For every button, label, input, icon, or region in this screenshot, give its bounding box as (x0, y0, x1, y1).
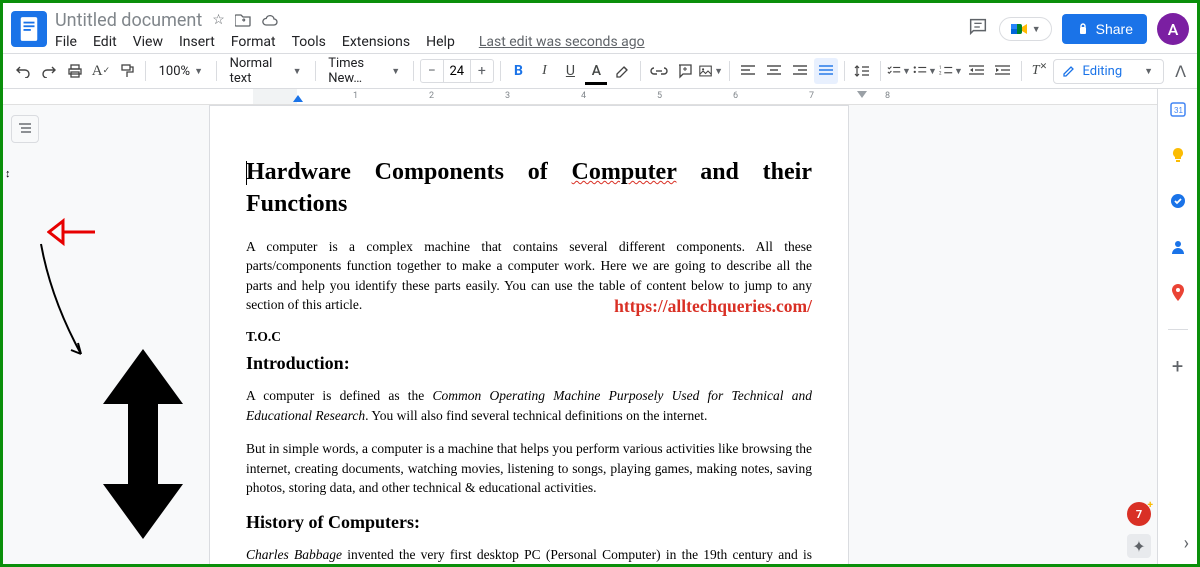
collapse-toolbar-button[interactable]: ᐱ (1172, 62, 1189, 81)
underline-button[interactable]: U (558, 58, 582, 84)
bullet-list-button[interactable]: ▼ (913, 58, 937, 84)
line-spacing-button[interactable] (850, 58, 874, 84)
menu-bar: File Edit View Insert Format Tools Exten… (55, 33, 959, 51)
move-icon[interactable] (235, 13, 251, 27)
menu-extensions[interactable]: Extensions (342, 34, 410, 50)
clear-formatting-button[interactable]: T✕ (1027, 58, 1051, 84)
insert-image-button[interactable]: ▼ (699, 58, 723, 84)
font-size-increase[interactable]: + (471, 63, 493, 79)
doc-heading-1[interactable]: Hardware Components of Computer and thei… (246, 156, 812, 221)
align-center-button[interactable] (762, 58, 786, 84)
side-panel: 31 + › (1157, 89, 1197, 564)
redo-button[interactable] (37, 58, 61, 84)
docs-app-icon[interactable] (11, 11, 47, 47)
italic-button[interactable]: I (532, 58, 556, 84)
notification-badge[interactable]: 7 (1127, 502, 1151, 526)
watermark-url: https://alltechqueries.com/ (614, 296, 812, 317)
menu-tools[interactable]: Tools (292, 34, 326, 50)
doc-paragraph[interactable]: A computer is defined as the Common Oper… (246, 386, 812, 425)
font-size-decrease[interactable]: − (421, 63, 443, 79)
align-left-button[interactable] (736, 58, 760, 84)
chevron-down-icon: ▼ (1032, 24, 1041, 35)
editing-mode-select[interactable]: Editing▼ (1053, 59, 1164, 84)
account-avatar[interactable]: A (1157, 13, 1189, 45)
vertical-ruler[interactable]: ↕ (3, 105, 17, 564)
font-select[interactable]: Times New…▼ (321, 52, 407, 90)
last-edit-link[interactable]: Last edit was seconds ago (479, 34, 645, 50)
menu-edit[interactable]: Edit (93, 34, 117, 50)
paint-format-button[interactable] (115, 58, 139, 84)
meet-button[interactable]: ▼ (999, 17, 1052, 41)
font-size-input[interactable]: 24 (443, 60, 471, 82)
svg-text:2: 2 (939, 72, 942, 77)
menu-insert[interactable]: Insert (179, 34, 215, 50)
doc-paragraph[interactable]: But in simple words, a computer is a mac… (246, 439, 812, 498)
checklist-button[interactable]: ▼ (887, 58, 911, 84)
undo-button[interactable] (11, 58, 35, 84)
star-icon[interactable]: ☆ (212, 12, 225, 28)
doc-heading-history[interactable]: History of Computers: (246, 512, 812, 533)
document-title[interactable]: Untitled document (55, 10, 202, 31)
tasks-icon[interactable] (1168, 191, 1188, 211)
keep-icon[interactable] (1168, 145, 1188, 165)
doc-toc-label[interactable]: T.O.C (246, 329, 812, 345)
share-button[interactable]: Share (1062, 14, 1147, 44)
maps-icon[interactable] (1168, 283, 1188, 303)
add-addon-icon[interactable]: + (1168, 356, 1188, 376)
insert-link-button[interactable] (647, 58, 671, 84)
numbered-list-button[interactable]: 12▼ (939, 58, 963, 84)
print-button[interactable] (63, 58, 87, 84)
cloud-status-icon[interactable] (261, 14, 279, 26)
zoom-select[interactable]: 100%▼ (152, 60, 210, 83)
spellcheck-button[interactable]: A✓ (89, 58, 113, 84)
contacts-icon[interactable] (1168, 237, 1188, 257)
indent-decrease-button[interactable] (965, 58, 989, 84)
text-color-button[interactable]: A (584, 58, 608, 84)
calendar-icon[interactable]: 31 (1168, 99, 1188, 119)
menu-help[interactable]: Help (426, 34, 455, 50)
share-label: Share (1096, 21, 1133, 37)
hide-side-panel-button[interactable]: › (1184, 533, 1189, 554)
menu-view[interactable]: View (133, 34, 163, 50)
doc-paragraph[interactable]: Charles Babbage invented the very first … (246, 545, 812, 564)
svg-text:1: 1 (939, 66, 941, 71)
explore-button[interactable]: ✦ (1127, 534, 1151, 558)
styles-select[interactable]: Normal text▼ (223, 52, 309, 90)
add-comment-button[interactable] (673, 58, 697, 84)
indent-increase-button[interactable] (991, 58, 1015, 84)
svg-text:31: 31 (1174, 106, 1183, 115)
menu-file[interactable]: File (55, 34, 77, 50)
document-page[interactable]: Hardware Components of Computer and thei… (209, 105, 849, 564)
toolbar: A✓ 100%▼ Normal text▼ Times New…▼ − 24 +… (3, 53, 1197, 89)
doc-heading-intro[interactable]: Introduction: (246, 353, 812, 374)
highlight-button[interactable] (610, 58, 634, 84)
resize-cursor-icon: ↕ (5, 167, 11, 180)
horizontal-ruler[interactable]: 1 2 3 4 5 6 7 8 (3, 89, 1157, 105)
align-justify-button[interactable] (814, 58, 838, 84)
bold-button[interactable]: B (506, 58, 530, 84)
align-right-button[interactable] (788, 58, 812, 84)
comment-history-icon[interactable] (967, 16, 989, 43)
menu-format[interactable]: Format (231, 34, 276, 50)
